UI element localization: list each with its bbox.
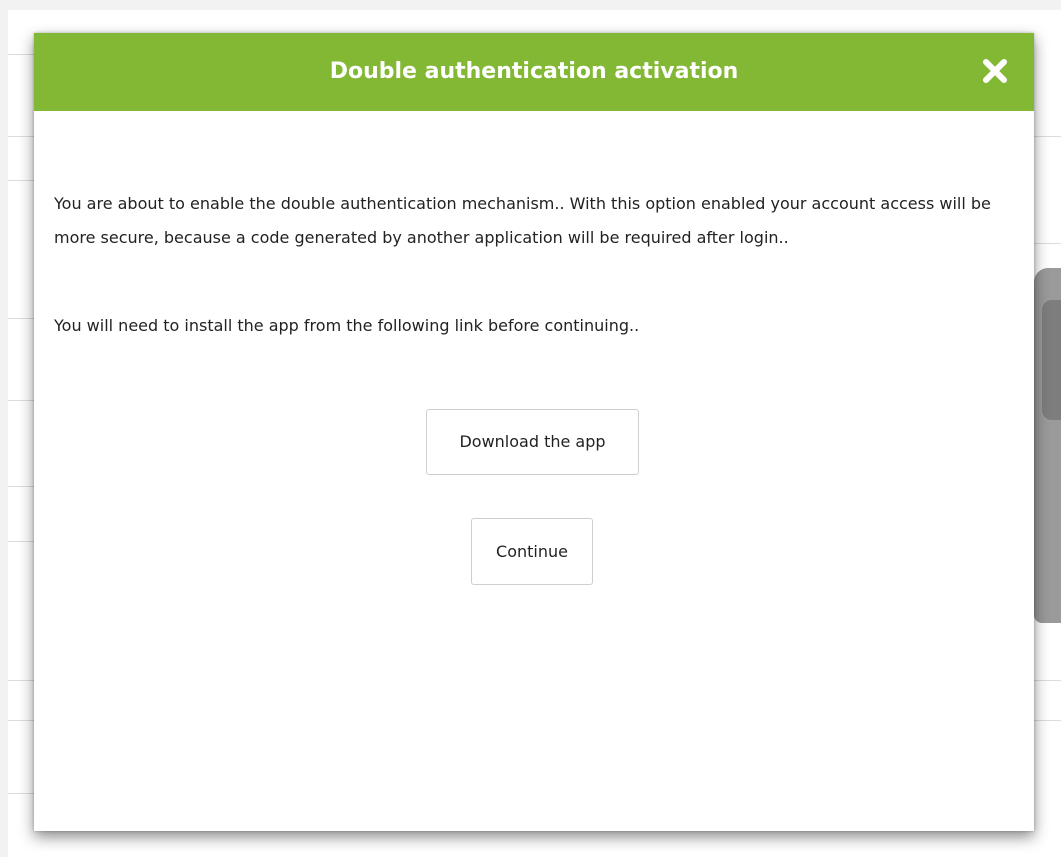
background-divider bbox=[8, 680, 34, 681]
download-app-button[interactable]: Download the app bbox=[426, 409, 639, 475]
background-divider bbox=[8, 136, 34, 137]
background-divider bbox=[8, 541, 34, 542]
background-divider bbox=[8, 793, 34, 794]
two-factor-activation-dialog: Double authentication activation You are… bbox=[34, 33, 1034, 831]
background-divider bbox=[1034, 720, 1061, 721]
background-divider bbox=[8, 486, 34, 487]
background-divider bbox=[8, 180, 34, 181]
dialog-description: You are about to enable the double authe… bbox=[54, 194, 991, 247]
background-divider bbox=[1034, 243, 1061, 244]
background-divider bbox=[1034, 136, 1061, 137]
close-icon bbox=[978, 54, 1012, 88]
background-map-shade bbox=[1042, 300, 1061, 420]
background-divider bbox=[1034, 680, 1061, 681]
background-divider bbox=[8, 318, 34, 319]
background-divider bbox=[8, 54, 34, 55]
dialog-title: Double authentication activation bbox=[329, 59, 739, 84]
background-divider bbox=[8, 720, 34, 721]
dialog-header: Double authentication activation bbox=[34, 33, 1034, 111]
continue-button[interactable]: Continue bbox=[471, 518, 593, 585]
background-divider bbox=[8, 400, 34, 401]
close-button[interactable] bbox=[978, 54, 1012, 88]
install-instructions: You will need to install the app from th… bbox=[54, 316, 640, 335]
